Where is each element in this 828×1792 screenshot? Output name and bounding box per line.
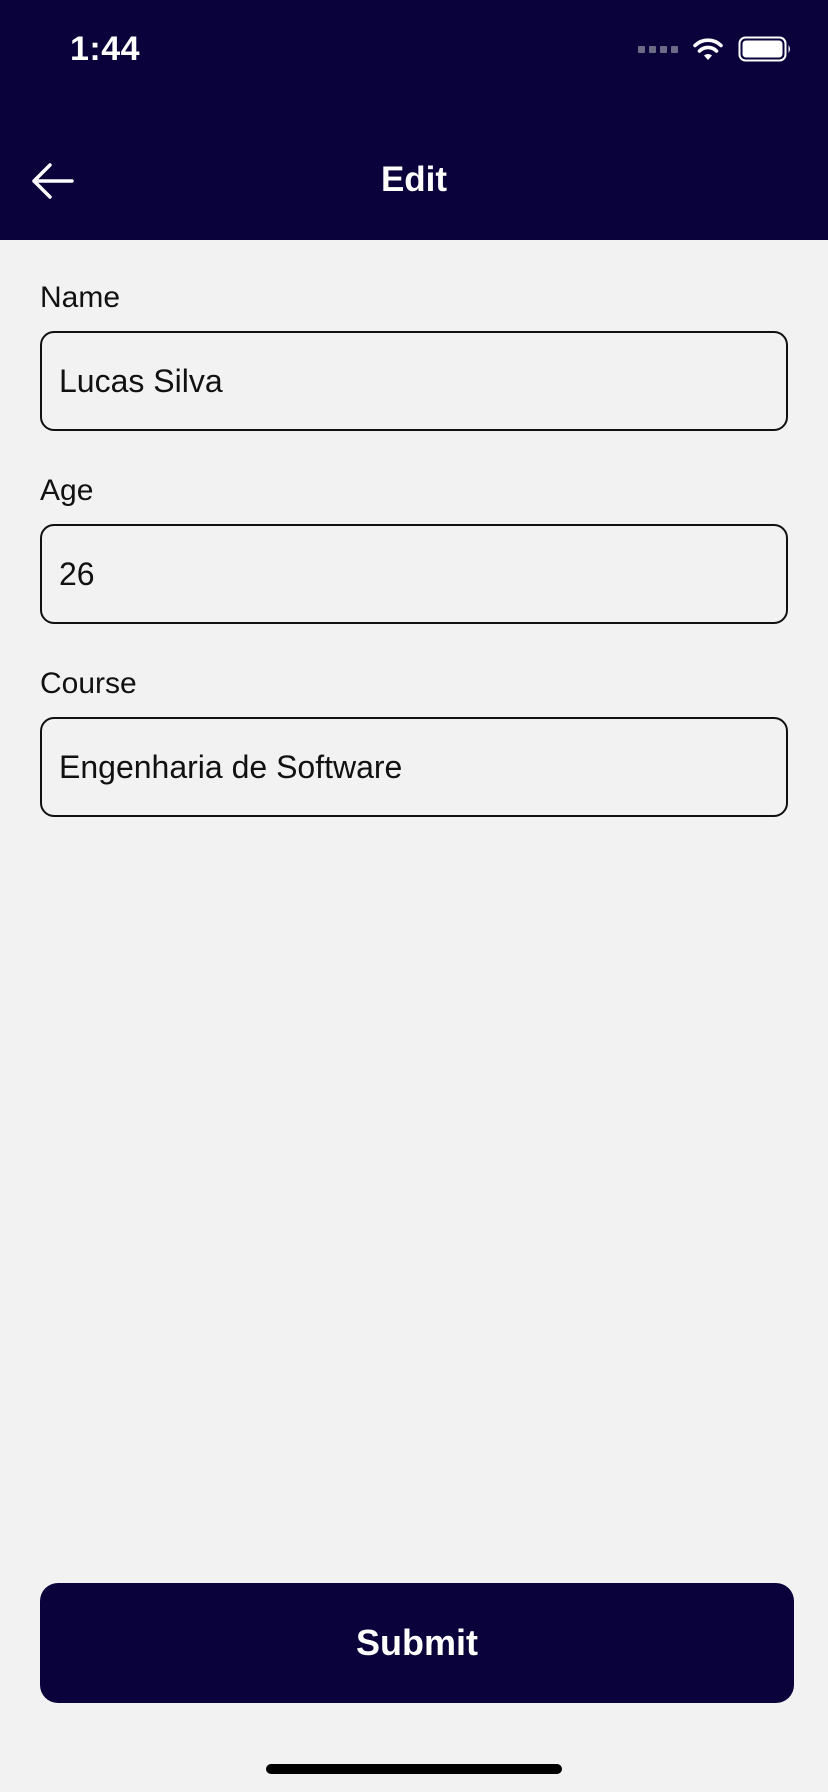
cellular-signal-icon — [638, 45, 678, 53]
course-field-group: Course Engenharia de Software — [40, 666, 788, 817]
name-field-group: Name Lucas Silva — [40, 280, 788, 431]
edit-form: Name Lucas Silva Age 26 Course Engenhari… — [40, 280, 788, 859]
submit-button[interactable]: Submit — [40, 1583, 794, 1703]
course-input[interactable]: Engenharia de Software — [40, 717, 788, 817]
age-field-group: Age 26 — [40, 473, 788, 624]
name-input[interactable]: Lucas Silva — [40, 331, 788, 431]
battery-icon — [738, 36, 792, 62]
age-label: Age — [40, 474, 94, 507]
status-icons — [638, 34, 792, 64]
status-time: 1:44 — [70, 30, 141, 68]
home-indicator[interactable] — [266, 1764, 562, 1774]
wifi-icon — [692, 36, 724, 62]
age-input[interactable]: 26 — [40, 524, 788, 624]
app-header: 1:44 Edit — [0, 0, 828, 240]
page-title: Edit — [380, 160, 448, 199]
name-label: Name — [40, 281, 121, 314]
course-label: Course — [40, 667, 137, 700]
